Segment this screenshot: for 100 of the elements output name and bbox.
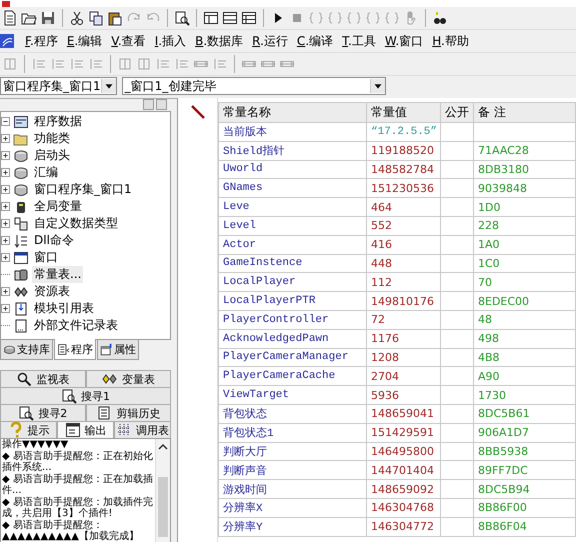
save-icon[interactable]: [40, 10, 56, 26]
panel-tab[interactable]: 输出: [57, 421, 114, 438]
align-icon[interactable]: [155, 56, 171, 72]
tree-item[interactable]: 自定义数据类型: [32, 215, 120, 232]
panel-tab[interactable]: 搜寻2: [0, 404, 86, 421]
find-icon: [61, 388, 77, 404]
expander-box[interactable]: [1, 185, 10, 194]
panel-tab[interactable]: 调用表: [114, 421, 171, 438]
column-header: 常量值: [366, 102, 440, 122]
table-cell: A90: [478, 370, 500, 383]
tree-item[interactable]: Dll命令: [32, 232, 76, 249]
copy-icon[interactable]: [88, 10, 104, 26]
menu-item[interactable]: B.数据库: [195, 32, 244, 50]
expander-box[interactable]: [1, 134, 10, 143]
menu-item[interactable]: W.窗口: [384, 32, 424, 50]
table-cell: PlayerController: [218, 310, 366, 330]
tree-item[interactable]: 常量表...: [32, 266, 84, 283]
table-cell: Actor: [218, 235, 366, 254]
expander-box[interactable]: [1, 304, 10, 313]
panel-tab[interactable]: 提示: [0, 421, 57, 438]
panel-tab[interactable]: 搜寻1: [0, 387, 171, 404]
table-cell: 48: [478, 313, 492, 326]
tree-item[interactable]: 启动头: [32, 147, 72, 164]
constant-icon: [13, 266, 29, 282]
braces-icon[interactable]: [346, 10, 362, 26]
braces-icon[interactable]: [384, 10, 400, 26]
expander-box[interactable]: [1, 253, 10, 262]
find-icon[interactable]: [174, 10, 190, 26]
scissors-icon[interactable]: [69, 10, 85, 26]
braces-icon[interactable]: [327, 10, 343, 26]
tree-item[interactable]: 资源表: [32, 283, 72, 300]
tree-item[interactable]: 汇编: [32, 164, 60, 181]
align-icon[interactable]: [50, 56, 66, 72]
panel-tab[interactable]: 支持库: [0, 340, 53, 360]
tree-item[interactable]: 窗口程序集_窗口1: [32, 181, 134, 198]
table-cell: 146304768: [366, 498, 440, 518]
dropdown[interactable]: 窗口程序集_窗口1: [0, 77, 117, 95]
align-icon[interactable]: [212, 56, 228, 72]
module-icon: [13, 182, 29, 198]
align-icon[interactable]: [2, 56, 18, 72]
tree-item[interactable]: 外部文件记录表: [32, 317, 120, 334]
column-header: 常量名称: [218, 102, 366, 122]
column-header: 备 注: [474, 102, 576, 122]
scroll-thumb[interactable]: [158, 477, 168, 537]
align-icon[interactable]: [88, 56, 104, 72]
table-cell: LocalPlayer: [218, 272, 366, 292]
expander-box[interactable]: [1, 168, 10, 177]
panel-tab[interactable]: 监视表: [0, 370, 86, 387]
tree-item[interactable]: 程序数据: [32, 113, 84, 130]
align-icon[interactable]: [31, 56, 47, 72]
expander-box[interactable]: [1, 236, 10, 245]
align-icon[interactable]: [174, 56, 190, 72]
expander-box[interactable]: [1, 287, 10, 296]
paste-icon[interactable]: [107, 10, 123, 26]
layout-icon[interactable]: [241, 10, 257, 26]
binoculars-icon[interactable]: [432, 10, 448, 26]
tree-item[interactable]: 窗口: [32, 249, 60, 266]
table-cell: 背包状态1: [218, 423, 366, 442]
align-icon[interactable]: [136, 56, 152, 72]
expander-box[interactable]: [1, 219, 10, 228]
table-cell: 游戏时间: [218, 480, 366, 498]
menu-item[interactable]: I.插入: [154, 32, 186, 50]
expander-box[interactable]: [1, 151, 10, 160]
close-button[interactable]: [156, 99, 167, 110]
menu-item[interactable]: F.程序: [25, 32, 58, 50]
expander-box[interactable]: [1, 202, 10, 211]
plus-icon: [2, 220, 9, 227]
table-cell: 分辨率Y: [218, 517, 366, 536]
menu-item[interactable]: H.帮助: [432, 32, 469, 50]
output-line: ◆ 易语言助手提醒您：加载插件完成，共启用【3】个插件!: [2, 496, 154, 520]
panel-tab[interactable]: 变量表: [86, 370, 171, 387]
tree-item[interactable]: 功能类: [32, 130, 72, 147]
tree-item[interactable]: 模块引用表: [32, 300, 96, 317]
table-cell: 1D0: [478, 200, 500, 214]
menu-item[interactable]: C.编译: [296, 32, 334, 50]
braces-icon[interactable]: [308, 10, 324, 26]
table-cell: 144701404: [366, 460, 440, 480]
expander-box[interactable]: [1, 117, 10, 126]
menu-item[interactable]: E.编辑: [66, 32, 102, 50]
panel-tab[interactable]: 程序: [54, 339, 96, 360]
menu-item[interactable]: R.运行: [252, 32, 288, 50]
table-cell: 1208: [366, 348, 440, 367]
plus-icon: [2, 305, 9, 312]
align-icon[interactable]: [117, 56, 133, 72]
new-file-icon[interactable]: [2, 10, 18, 26]
menu-item[interactable]: T.工具: [342, 32, 376, 50]
app-icon[interactable]: [0, 33, 16, 49]
menu-item[interactable]: V.查看: [111, 32, 146, 50]
panel-tab[interactable]: 属性: [97, 340, 139, 360]
panel-tab[interactable]: 剪辑历史: [86, 404, 171, 421]
align-icon[interactable]: [69, 56, 85, 72]
table-cell: GameInstence: [218, 254, 366, 273]
table-cell: 8B86F00: [478, 501, 527, 514]
layout-icon[interactable]: [222, 10, 238, 26]
tree-item[interactable]: 全局变量: [32, 198, 84, 215]
scrollbar[interactable]: [155, 439, 170, 542]
layout-icon[interactable]: [203, 10, 219, 26]
restore-button[interactable]: [143, 99, 154, 110]
braces-icon[interactable]: [365, 10, 381, 26]
document-icon: [57, 342, 70, 356]
